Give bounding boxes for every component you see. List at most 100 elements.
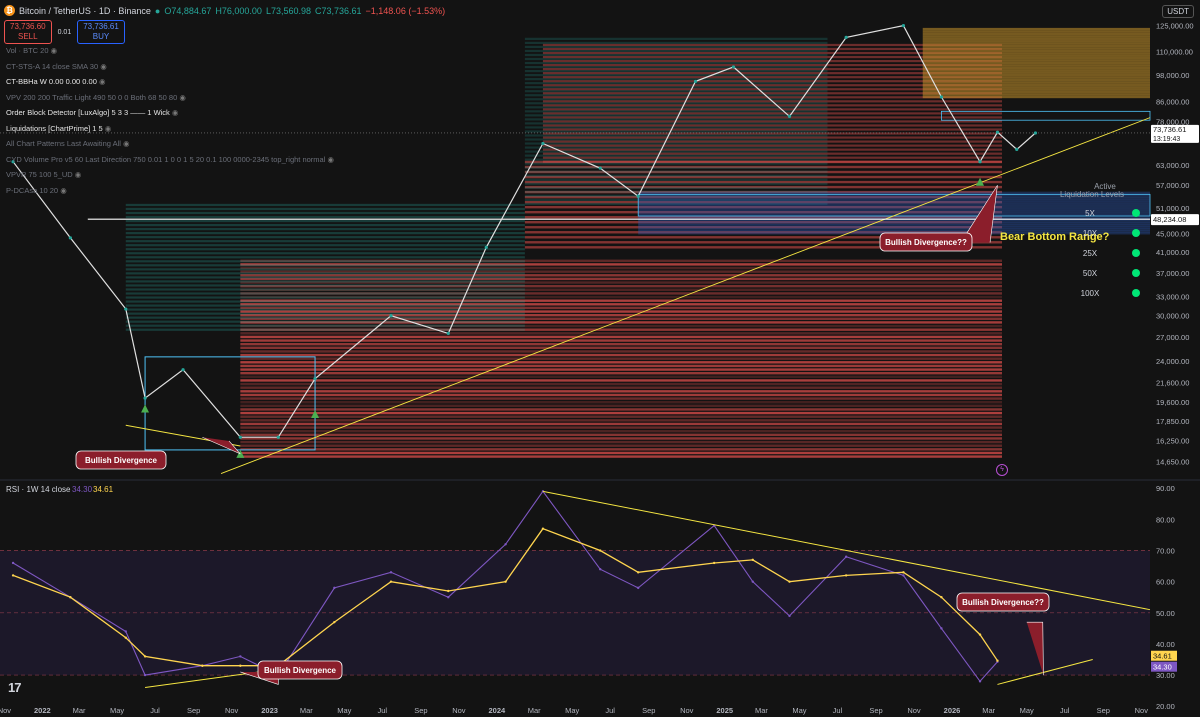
indicator-legend-item[interactable]: CYD Volume Pro v5 60 Last Direction 750 … — [6, 155, 334, 164]
rsi-series-point — [902, 571, 905, 574]
heat-band — [125, 256, 525, 259]
buy-button[interactable]: 73,736.61 BUY — [77, 20, 125, 44]
heat-band — [542, 144, 1002, 147]
heat-bands — [125, 27, 1151, 458]
order-quantity[interactable]: 0.01 — [58, 29, 72, 36]
price-point — [598, 166, 602, 170]
symbol-title[interactable]: Bitcoin / TetherUS · 1D · Binance — [19, 6, 151, 16]
time-tick-label: Nov — [1135, 706, 1149, 715]
time-tick-label: May — [565, 706, 579, 715]
rsi-series-point — [978, 633, 982, 636]
heat-band — [125, 203, 525, 207]
heat-band — [542, 136, 1002, 139]
eye-icon[interactable]: ◉ — [177, 93, 186, 102]
liquidation-level-label: 100X — [1081, 289, 1100, 298]
heat-band — [240, 444, 1002, 447]
price-tick-label: 19,600.00 — [1156, 398, 1189, 407]
tradingview-logo-icon[interactable]: 17 — [8, 680, 22, 695]
heat-band — [125, 236, 525, 239]
liquidation-level-label: 5X — [1085, 209, 1095, 218]
heat-band — [922, 54, 1150, 57]
time-tick-label: Nov — [225, 706, 239, 715]
rsi-series-point — [751, 558, 754, 562]
eye-icon[interactable]: ◉ — [73, 170, 82, 179]
bitcoin-icon: ₿ — [4, 5, 15, 16]
heat-band — [240, 437, 1002, 440]
indicator-legend-item[interactable]: CT-BBHa W 0.00 0.00 0.00 ◉ — [6, 77, 106, 86]
heat-band — [524, 150, 828, 153]
heat-band — [524, 186, 828, 189]
indicator-legend-item[interactable]: VPV 200 200 Traffic Light 490 50 0 0 Bot… — [6, 93, 186, 102]
heat-band — [922, 37, 1150, 40]
price-point — [181, 368, 185, 372]
price-tick-label: 41,000.00 — [1156, 248, 1189, 257]
heat-band — [240, 430, 1002, 433]
heat-band — [240, 357, 1002, 360]
price-point — [1033, 131, 1038, 135]
heat-band — [542, 140, 1002, 143]
time-tick-label: 2026 — [944, 706, 961, 715]
annotation-bullish-divergence-q: Bullish Divergence?? — [885, 238, 967, 247]
heat-band — [524, 74, 828, 77]
heat-band — [240, 368, 1002, 371]
liquidation-level-label: 10X — [1083, 229, 1098, 238]
indicator-legend-item[interactable]: Vol · BTC 20 ◉ — [6, 46, 57, 55]
heat-band — [125, 223, 525, 227]
time-tick-label: Sep — [869, 706, 882, 715]
heat-band — [524, 69, 828, 73]
indicator-legend-item[interactable]: P-DCAsa 10 20 ◉ — [6, 186, 67, 195]
eye-icon[interactable]: ◉ — [58, 186, 67, 195]
eye-icon[interactable]: ◉ — [97, 77, 106, 86]
eye-icon[interactable]: ◉ — [49, 46, 58, 55]
eye-icon[interactable]: ◉ — [103, 124, 112, 133]
heat-band — [125, 328, 525, 331]
heat-band — [240, 404, 1002, 408]
price-axis: 125,000.00110,000.0098,000.0086,000.0078… — [1156, 22, 1194, 467]
heat-band — [125, 268, 525, 271]
heat-band — [125, 320, 525, 323]
indicator-legend-item[interactable]: VPVR 75 100 5_UD ◉ — [6, 170, 81, 179]
lightning-icon[interactable]: ϟ — [996, 464, 1008, 476]
heat-band — [125, 244, 525, 247]
rsi-header-ma: 34.61 — [93, 485, 114, 494]
heat-band — [125, 280, 525, 283]
eye-icon[interactable]: ◉ — [98, 62, 107, 71]
chart-canvas[interactable]: 125,000.00110,000.0098,000.0086,000.0078… — [0, 0, 1200, 717]
heat-band — [240, 371, 1002, 375]
eye-icon[interactable]: ◉ — [121, 139, 130, 148]
heat-band — [524, 126, 828, 129]
sell-button[interactable]: 73,736.60 SELL — [4, 20, 52, 44]
heat-band — [922, 88, 1150, 91]
indicator-legend-item[interactable]: CT-STS-A 14 close SMA 30 ◉ — [6, 62, 107, 71]
time-tick-label: Nov — [0, 706, 11, 715]
time-tick-label: 2023 — [261, 706, 278, 715]
heat-band — [922, 49, 1150, 53]
heat-band — [922, 56, 1150, 60]
heat-band — [922, 44, 1150, 48]
price-tick-label: 51,000.00 — [1156, 204, 1189, 213]
price-point — [995, 130, 1000, 134]
indicator-legend-item[interactable]: Liquidations [ChartPrime] 1 5 ◉ — [6, 124, 111, 133]
heat-band — [524, 49, 828, 53]
heat-band — [240, 339, 1002, 342]
current-price-label: 73,736.61 — [1153, 125, 1186, 134]
eye-icon[interactable]: ◉ — [325, 155, 334, 164]
rsi-series-point — [940, 627, 943, 630]
price-point — [939, 95, 944, 99]
time-tick-label: Nov — [680, 706, 694, 715]
heat-band — [922, 73, 1150, 77]
rsi-series-point — [541, 527, 545, 530]
eye-icon[interactable]: ◉ — [170, 108, 179, 117]
currency-selector[interactable]: USDT — [1162, 5, 1194, 18]
time-tick-label: Mar — [982, 706, 995, 715]
heat-band — [125, 215, 525, 219]
heat-band — [524, 158, 828, 161]
heat-band — [922, 59, 1150, 62]
time-tick-label: Mar — [300, 706, 313, 715]
indicator-legend-item[interactable]: Order Block Detector [LuxAlgo] 5 3 3 —— … — [6, 108, 178, 117]
liquidation-level-label: 50X — [1083, 269, 1098, 278]
indicator-legend-item[interactable]: All Chart Patterns Last Awaiting All ◉ — [6, 139, 130, 148]
rsi-tick-label: 40.00 — [1156, 640, 1175, 649]
rsi-series-point — [844, 555, 848, 558]
heat-band — [922, 83, 1150, 87]
